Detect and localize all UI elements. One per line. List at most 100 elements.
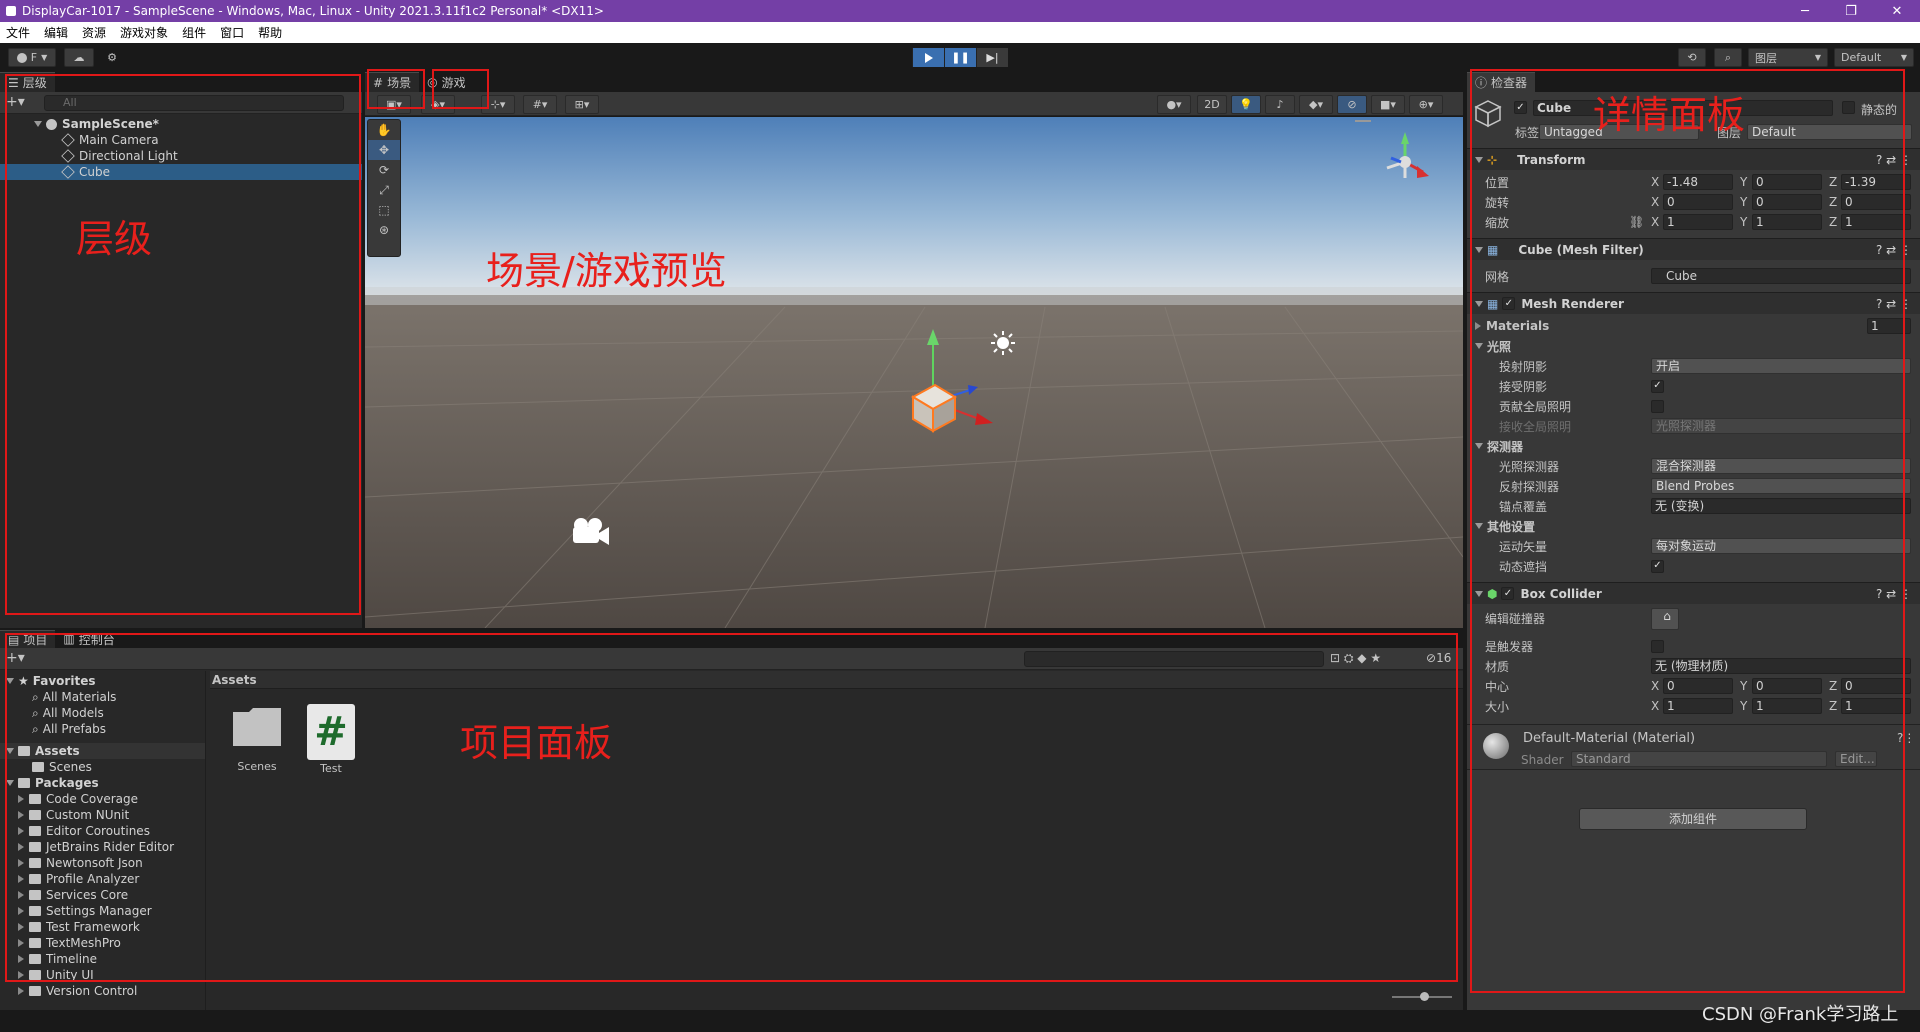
tab-console[interactable]: ▥ 控制台: [55, 630, 123, 648]
scale-tool-icon[interactable]: ⤢: [368, 180, 400, 200]
lighting-section[interactable]: 光照: [1467, 338, 1920, 354]
shading-button[interactable]: ◈▾: [421, 95, 455, 114]
grid-snap-button[interactable]: #▾: [523, 95, 557, 114]
expand-arrow-icon[interactable]: [18, 955, 24, 963]
position-z-field[interactable]: -1.39: [1841, 174, 1911, 190]
hand-tool-icon[interactable]: ✋: [368, 120, 400, 140]
help-icon[interactable]: ?⋮: [1897, 731, 1915, 745]
account-button[interactable]: F ▼: [8, 48, 56, 67]
snap-increment-button[interactable]: ⊞▾: [565, 95, 599, 114]
probes-section[interactable]: 探测器: [1467, 438, 1920, 454]
folder-scenes[interactable]: Scenes: [0, 759, 205, 775]
layers-dropdown[interactable]: 图层 ▼: [1748, 48, 1828, 67]
component-menu-icon[interactable]: ? ⇄ ⋮: [1876, 297, 1912, 311]
add-icon[interactable]: +▾: [6, 94, 25, 110]
dynamic-occlusion-checkbox[interactable]: ✓: [1651, 559, 1664, 573]
static-checkbox[interactable]: [1842, 101, 1855, 114]
breadcrumb[interactable]: Assets: [212, 673, 257, 687]
size-y-field[interactable]: 1: [1752, 698, 1822, 714]
package-folder[interactable]: Newtonsoft Json: [0, 855, 205, 871]
expand-arrow-icon[interactable]: [18, 875, 24, 883]
center-y-field[interactable]: 0: [1752, 678, 1822, 694]
reflection-probes-dropdown[interactable]: Blend Probes: [1651, 478, 1911, 494]
package-folder[interactable]: Test Framework: [0, 919, 205, 935]
collab-button[interactable]: ⚙: [100, 48, 124, 67]
package-folder[interactable]: Services Core: [0, 887, 205, 903]
menu-edit[interactable]: 编辑: [44, 24, 68, 41]
expand-arrow-icon[interactable]: [18, 923, 24, 931]
link-icon[interactable]: ⛓: [1629, 215, 1644, 229]
size-z-field[interactable]: 1: [1841, 698, 1911, 714]
cloud-button[interactable]: ☁: [64, 48, 94, 67]
light-probes-dropdown[interactable]: 混合探测器: [1651, 458, 1911, 474]
edit-collider-button[interactable]: ⌂: [1651, 608, 1679, 630]
center-z-field[interactable]: 0: [1841, 678, 1911, 694]
package-folder[interactable]: Settings Manager: [0, 903, 205, 919]
layer-dropdown[interactable]: Default: [1747, 124, 1912, 140]
mesh-renderer-header[interactable]: ▦ ✓ Mesh Renderer ? ⇄ ⋮: [1467, 292, 1920, 314]
tab-scene[interactable]: # 场景: [365, 72, 420, 92]
expand-arrow-icon[interactable]: [18, 859, 24, 867]
package-folder[interactable]: Unity UI: [0, 967, 205, 983]
project-search-input[interactable]: [1024, 651, 1324, 667]
mesh-field[interactable]: Cube: [1651, 268, 1911, 284]
effects-toggle[interactable]: ◆▾: [1299, 95, 1333, 114]
gizmos-button[interactable]: ⊕▾: [1409, 95, 1443, 114]
zoom-slider-thumb[interactable]: [1420, 992, 1429, 1001]
assets-folder[interactable]: Assets: [0, 743, 205, 759]
expand-arrow-icon[interactable]: [18, 843, 24, 851]
tab-hierarchy[interactable]: ☰ 层级: [0, 72, 55, 92]
lighting-toggle[interactable]: 💡: [1231, 95, 1261, 114]
play-button[interactable]: [912, 48, 944, 67]
shader-edit-button[interactable]: Edit...: [1835, 751, 1877, 767]
mesh-filter-header[interactable]: ▦ Cube (Mesh Filter) ? ⇄ ⋮: [1467, 238, 1920, 260]
expand-arrow-icon[interactable]: [18, 907, 24, 915]
expand-arrow-icon[interactable]: [18, 811, 24, 819]
menu-help[interactable]: 帮助: [258, 24, 282, 41]
favorite-all-models[interactable]: ⌕ All Models: [0, 705, 205, 721]
add-component-button[interactable]: 添加组件: [1579, 808, 1807, 830]
package-folder[interactable]: Editor Coroutines: [0, 823, 205, 839]
package-folder[interactable]: JetBrains Rider Editor: [0, 839, 205, 855]
box-collider-enabled-checkbox[interactable]: ✓: [1501, 587, 1515, 600]
render-mode-button[interactable]: ●▾: [1157, 95, 1191, 114]
mesh-renderer-enabled-checkbox[interactable]: ✓: [1502, 297, 1516, 310]
expand-arrow-icon[interactable]: [18, 827, 24, 835]
close-button[interactable]: ✕: [1874, 0, 1920, 22]
draw-mode-button[interactable]: ▣▾: [377, 95, 411, 114]
layout-dropdown[interactable]: Default ▼: [1834, 48, 1914, 67]
audio-toggle[interactable]: ♪: [1265, 95, 1295, 114]
shader-dropdown[interactable]: Standard: [1571, 751, 1827, 767]
packages-folder[interactable]: Packages: [0, 775, 205, 791]
cast-shadows-dropdown[interactable]: 开启: [1651, 358, 1911, 374]
rect-tool-icon[interactable]: ⬚: [368, 200, 400, 220]
rotate-tool-icon[interactable]: ⟳: [368, 160, 400, 180]
component-menu-icon[interactable]: ? ⇄ ⋮: [1876, 587, 1912, 601]
project-filter-icons[interactable]: ⊡ ⛭ ◆ ★: [1330, 651, 1381, 666]
menu-window[interactable]: 窗口: [220, 24, 244, 41]
tab-inspector[interactable]: ⓘ 检查器: [1467, 72, 1536, 92]
scene-root[interactable]: SampleScene*: [0, 116, 362, 132]
pivot-button[interactable]: ⊹▾: [481, 95, 515, 114]
receive-shadows-checkbox[interactable]: ✓: [1651, 379, 1664, 393]
rotation-z-field[interactable]: 0: [1841, 194, 1911, 210]
expand-arrow-icon[interactable]: [18, 987, 24, 995]
transform-header[interactable]: ⊹ Transform ? ⇄ ⋮: [1467, 148, 1920, 170]
expand-arrow-icon[interactable]: [18, 795, 24, 803]
hierarchy-item-main-camera[interactable]: Main Camera: [0, 132, 362, 148]
other-settings-section[interactable]: 其他设置: [1467, 518, 1920, 534]
component-menu-icon[interactable]: ? ⇄ ⋮: [1876, 243, 1912, 257]
tab-game[interactable]: ◎ 游戏: [419, 72, 474, 92]
menu-component[interactable]: 组件: [182, 24, 206, 41]
scale-z-field[interactable]: 1: [1841, 214, 1911, 230]
expand-arrow-icon[interactable]: [18, 891, 24, 899]
asset-scenes-folder[interactable]: Scenes: [222, 704, 292, 784]
package-folder[interactable]: Timeline: [0, 951, 205, 967]
favorite-all-prefabs[interactable]: ⌕ All Prefabs: [0, 721, 205, 737]
search-button[interactable]: ⌕: [1714, 48, 1742, 67]
anchor-override-field[interactable]: 无 (变换): [1651, 498, 1911, 514]
box-collider-header[interactable]: ⬢ ✓ Box Collider ? ⇄ ⋮: [1467, 582, 1920, 604]
minimize-button[interactable]: ─: [1782, 0, 1828, 22]
scale-y-field[interactable]: 1: [1752, 214, 1822, 230]
pause-button[interactable]: ❚❚: [944, 48, 976, 67]
